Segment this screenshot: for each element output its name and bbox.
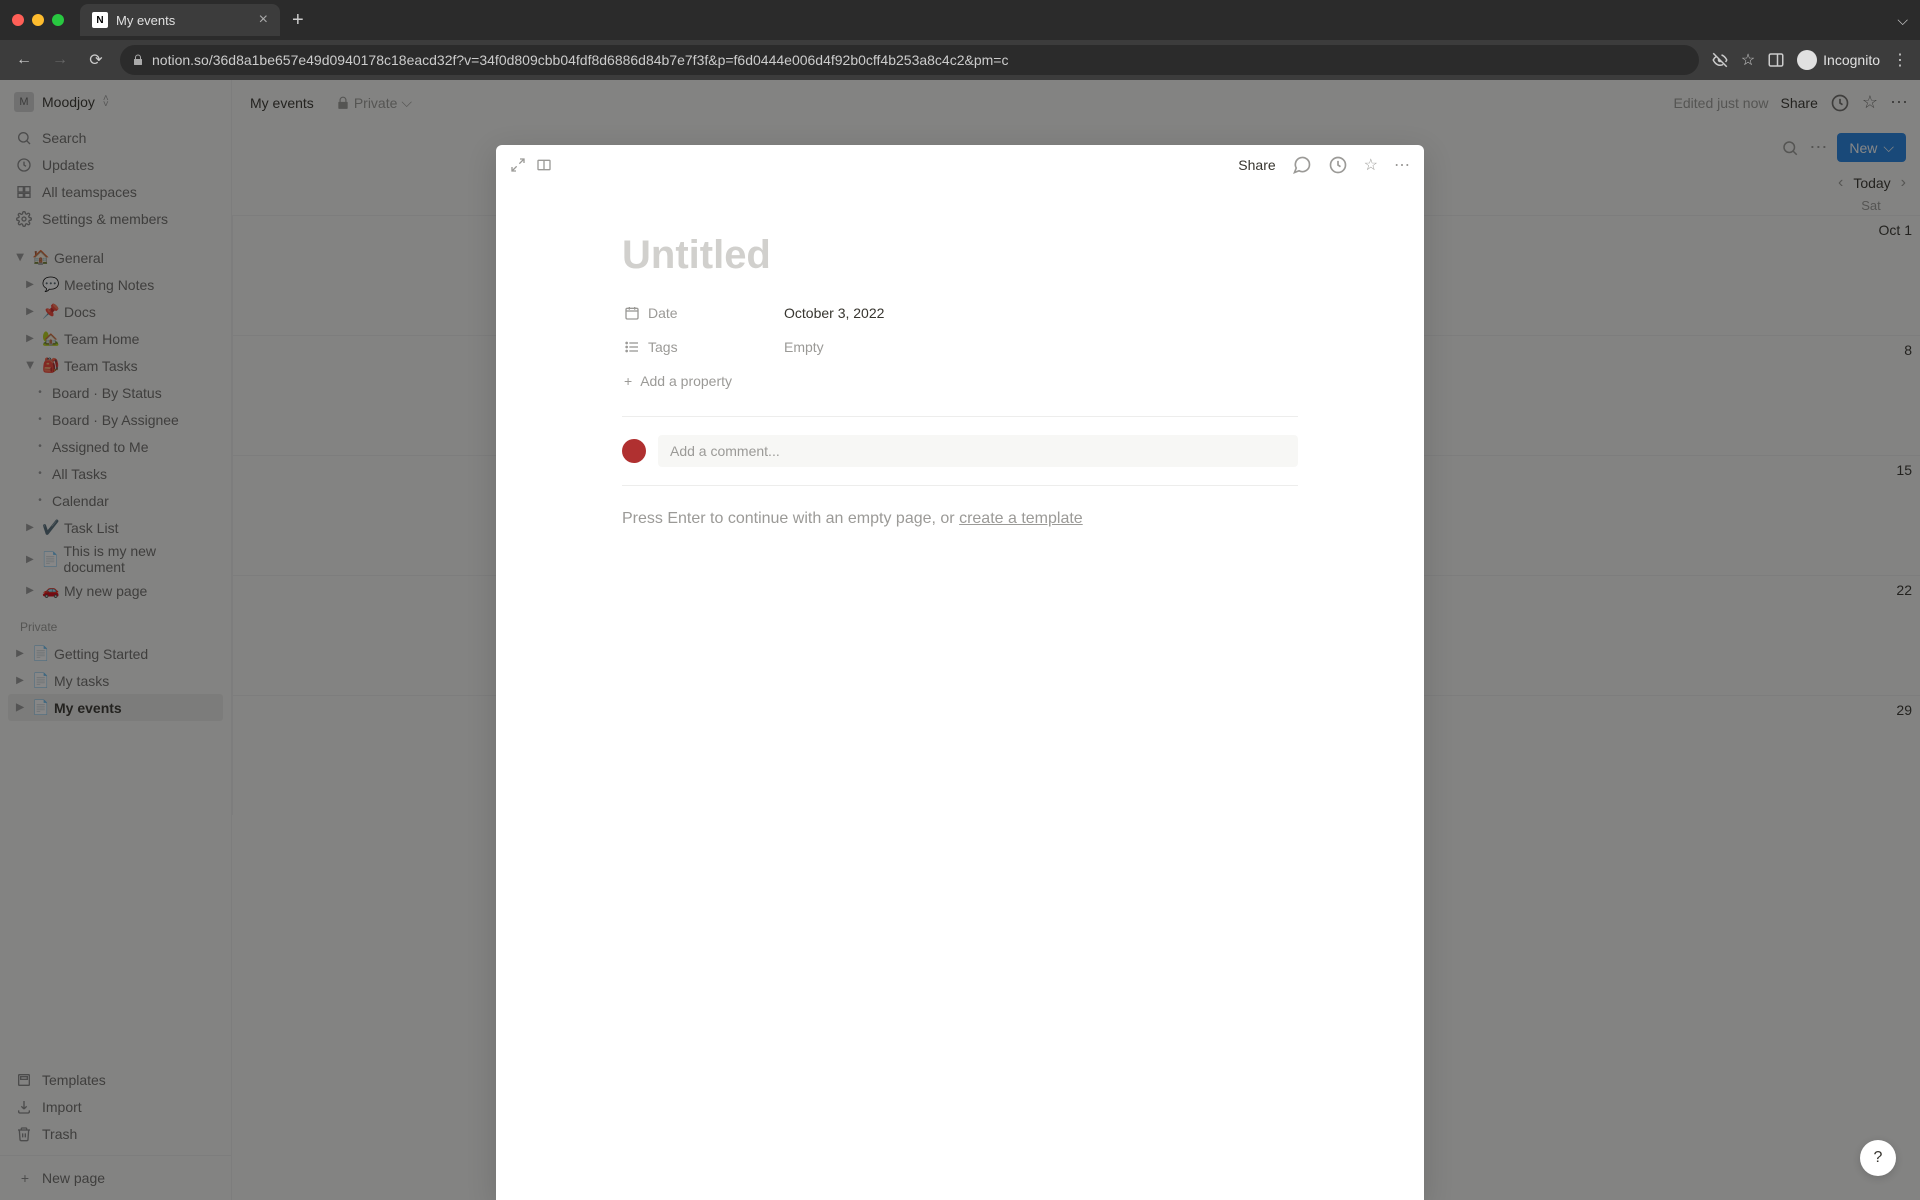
- user-avatar: [622, 439, 646, 463]
- more-dots-icon[interactable]: ⋯: [1394, 155, 1410, 175]
- tabs-chevron-icon[interactable]: ⌵: [1897, 12, 1908, 29]
- create-template-link[interactable]: create a template: [959, 510, 1083, 527]
- history-icon[interactable]: [1328, 155, 1348, 175]
- browser-tab-strip: N My events × + ⌵: [0, 0, 1920, 40]
- empty-page-hint: Press Enter to continue with an empty pa…: [622, 510, 1298, 528]
- reload-button[interactable]: ⟳: [84, 50, 108, 70]
- incognito-label: Incognito: [1823, 52, 1880, 68]
- favicon-icon: N: [92, 12, 108, 28]
- calendar-icon: [624, 305, 640, 321]
- expand-icon[interactable]: [510, 157, 526, 173]
- page-modal: Share ☆ ⋯ Untitled: [496, 145, 1424, 1200]
- property-tags-row: Tags Empty: [622, 330, 1298, 364]
- modal-share-button[interactable]: Share: [1238, 157, 1275, 173]
- url-text: notion.so/36d8a1be657e49d0940178c18eacd3…: [152, 52, 1008, 68]
- property-date-value[interactable]: October 3, 2022: [782, 301, 886, 325]
- tab-title: My events: [116, 13, 175, 28]
- add-property-row[interactable]: + Add a property: [622, 364, 1298, 398]
- add-property-button[interactable]: + Add a property: [622, 369, 782, 393]
- help-label: ?: [1874, 1149, 1883, 1167]
- back-button[interactable]: ←: [12, 51, 36, 69]
- modal-topbar-right: Share ☆ ⋯: [1238, 155, 1410, 175]
- plus-icon: +: [624, 373, 632, 389]
- eye-off-icon[interactable]: [1711, 51, 1729, 69]
- modal-body: Untitled Date October 3, 2022: [496, 185, 1424, 552]
- hint-text: Press Enter to continue with an empty pa…: [622, 510, 959, 527]
- property-date-row: Date October 3, 2022: [622, 296, 1298, 330]
- peek-mode-icon[interactable]: [536, 157, 552, 173]
- property-tags-name[interactable]: Tags: [622, 335, 782, 359]
- close-tab-button[interactable]: ×: [259, 11, 268, 29]
- favorite-star-icon[interactable]: ☆: [1364, 155, 1378, 175]
- incognito-icon: [1797, 50, 1817, 70]
- date-label: Date: [648, 305, 678, 321]
- url-input[interactable]: notion.so/36d8a1be657e49d0940178c18eacd3…: [120, 45, 1699, 75]
- comment-icon[interactable]: [1292, 155, 1312, 175]
- browser-tab[interactable]: N My events ×: [80, 4, 280, 36]
- forward-button[interactable]: →: [48, 51, 72, 69]
- maximize-window-button[interactable]: [52, 14, 64, 26]
- app-root: M Moodjoy ˄˅ Search Updates All: [0, 80, 1920, 1200]
- modal-overlay[interactable]: Share ☆ ⋯ Untitled: [0, 80, 1920, 1200]
- incognito-badge[interactable]: Incognito: [1797, 50, 1880, 70]
- add-property-label: Add a property: [640, 373, 732, 389]
- modal-topbar: Share ☆ ⋯: [496, 145, 1424, 185]
- help-button[interactable]: ?: [1860, 1140, 1896, 1176]
- property-date-name[interactable]: Date: [622, 301, 782, 325]
- minimize-window-button[interactable]: [32, 14, 44, 26]
- property-tags-value[interactable]: Empty: [782, 335, 826, 359]
- close-window-button[interactable]: [12, 14, 24, 26]
- new-tab-button[interactable]: +: [292, 9, 304, 32]
- bookmark-star-icon[interactable]: ☆: [1741, 50, 1755, 70]
- window-controls: [12, 14, 64, 26]
- comment-row: Add a comment...: [622, 416, 1298, 486]
- lock-icon: [132, 54, 144, 66]
- list-icon: [624, 339, 640, 355]
- browser-toolbar: ← → ⟳ notion.so/36d8a1be657e49d0940178c1…: [0, 40, 1920, 80]
- panel-icon[interactable]: [1767, 51, 1785, 69]
- page-title-input[interactable]: Untitled: [622, 233, 1298, 278]
- tags-label: Tags: [648, 339, 678, 355]
- comment-input[interactable]: Add a comment...: [658, 435, 1298, 467]
- menu-dots-icon[interactable]: ⋮: [1892, 50, 1908, 70]
